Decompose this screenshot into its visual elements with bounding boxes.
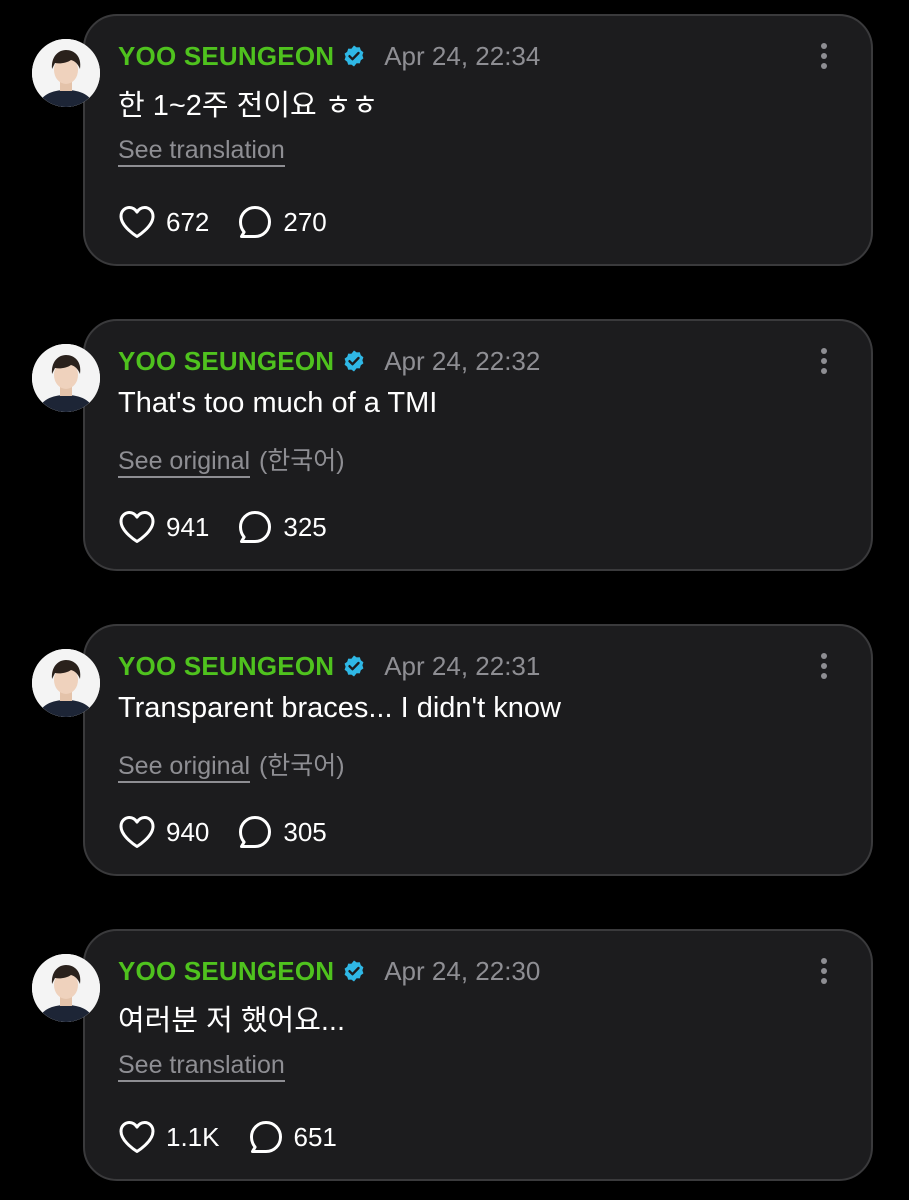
verified-badge-icon (344, 655, 364, 677)
avatar[interactable] (32, 954, 100, 1022)
comment-actions: 672 270 (118, 202, 327, 242)
heart-icon (119, 816, 155, 848)
comment-bubble-icon (239, 206, 272, 238)
like-button[interactable]: 940 (118, 815, 209, 849)
see-original-link[interactable]: See original (118, 447, 251, 478)
see-original-link[interactable]: See original (118, 752, 251, 783)
heart-icon (119, 511, 155, 543)
avatar[interactable] (32, 649, 100, 717)
author-name[interactable]: YOO SEUNGEON (118, 651, 334, 682)
comment-post: YOO SEUNGEON Apr 24, 22:30 여러분 저 했어요... … (0, 929, 909, 1185)
comment-count: 270 (283, 206, 327, 237)
comment-count: 325 (283, 511, 327, 542)
translation-row: See translation (118, 1051, 287, 1082)
avatar-portrait-icon (32, 649, 100, 717)
like-count: 941 (166, 511, 210, 542)
comment-count: 305 (283, 816, 327, 847)
heart-icon (119, 206, 155, 238)
comment-card[interactable]: YOO SEUNGEON Apr 24, 22:30 여러분 저 했어요... … (83, 929, 873, 1181)
verified-badge-icon (344, 350, 364, 372)
more-options-icon[interactable] (817, 652, 831, 680)
comment-card[interactable]: YOO SEUNGEON Apr 24, 22:31 Transparent b… (83, 624, 873, 876)
timestamp: Apr 24, 22:31 (384, 650, 541, 681)
comment-header: YOO SEUNGEON Apr 24, 22:31 (118, 648, 540, 684)
author-name[interactable]: YOO SEUNGEON (118, 956, 334, 987)
comment-text: That's too much of a TMI (118, 387, 438, 419)
reply-button[interactable]: 325 (237, 509, 327, 545)
avatar[interactable] (32, 344, 100, 412)
verified-badge-icon (344, 960, 364, 982)
translation-row: See translation (118, 136, 287, 167)
comment-text: Transparent braces... I didn't know (118, 692, 561, 724)
comment-card[interactable]: YOO SEUNGEON Apr 24, 22:34 한 1~2주 전이요 ㅎㅎ… (83, 14, 873, 266)
comment-count: 651 (293, 1121, 337, 1152)
translation-row: See original (한국어) (118, 441, 345, 478)
avatar-portrait-icon (32, 39, 100, 107)
original-language-note: (한국어) (258, 447, 345, 475)
see-translation-link[interactable]: See translation (118, 136, 285, 167)
verified-badge-icon (344, 45, 364, 67)
comment-text: 여러분 저 했어요... (118, 1005, 346, 1037)
heart-icon (119, 1121, 155, 1153)
comment-post: YOO SEUNGEON Apr 24, 22:32 That's too mu… (0, 319, 909, 575)
original-language-note: (한국어) (258, 752, 345, 780)
comment-actions: 941 325 (118, 507, 327, 547)
like-count: 1.1K (166, 1121, 220, 1152)
reply-button[interactable]: 305 (237, 814, 327, 850)
avatar-portrait-icon (32, 954, 100, 1022)
comment-post: YOO SEUNGEON Apr 24, 22:31 Transparent b… (0, 624, 909, 880)
comment-bubble-icon (239, 816, 272, 848)
comment-header: YOO SEUNGEON Apr 24, 22:30 (118, 953, 540, 989)
avatar-portrait-icon (32, 344, 100, 412)
timestamp: Apr 24, 22:34 (384, 40, 541, 71)
comment-text: 한 1~2주 전이요 ㅎㅎ (118, 90, 379, 122)
more-options-icon[interactable] (817, 347, 831, 375)
like-button[interactable]: 941 (118, 510, 209, 544)
see-translation-link[interactable]: See translation (118, 1051, 285, 1082)
comment-header: YOO SEUNGEON Apr 24, 22:32 (118, 343, 540, 379)
comment-bubble-icon (249, 1121, 282, 1153)
avatar[interactable] (32, 39, 100, 107)
more-options-icon[interactable] (817, 957, 831, 985)
comment-post: YOO SEUNGEON Apr 24, 22:34 한 1~2주 전이요 ㅎㅎ… (0, 14, 909, 270)
author-name[interactable]: YOO SEUNGEON (118, 346, 334, 377)
timestamp: Apr 24, 22:30 (384, 955, 541, 986)
like-count: 940 (166, 816, 210, 847)
comment-bubble-icon (239, 511, 272, 543)
reply-button[interactable]: 270 (237, 204, 327, 240)
like-button[interactable]: 672 (118, 205, 209, 239)
comment-actions: 1.1K 651 (118, 1117, 337, 1157)
reply-button[interactable]: 651 (248, 1119, 337, 1155)
like-count: 672 (166, 206, 210, 237)
comment-header: YOO SEUNGEON Apr 24, 22:34 (118, 38, 540, 74)
author-name[interactable]: YOO SEUNGEON (118, 41, 334, 72)
translation-row: See original (한국어) (118, 746, 345, 783)
comment-actions: 940 305 (118, 812, 327, 852)
timestamp: Apr 24, 22:32 (384, 345, 541, 376)
more-options-icon[interactable] (817, 42, 831, 70)
comment-card[interactable]: YOO SEUNGEON Apr 24, 22:32 That's too mu… (83, 319, 873, 571)
like-button[interactable]: 1.1K (118, 1120, 220, 1154)
comment-feed: YOO SEUNGEON Apr 24, 22:34 한 1~2주 전이요 ㅎㅎ… (0, 0, 909, 1200)
